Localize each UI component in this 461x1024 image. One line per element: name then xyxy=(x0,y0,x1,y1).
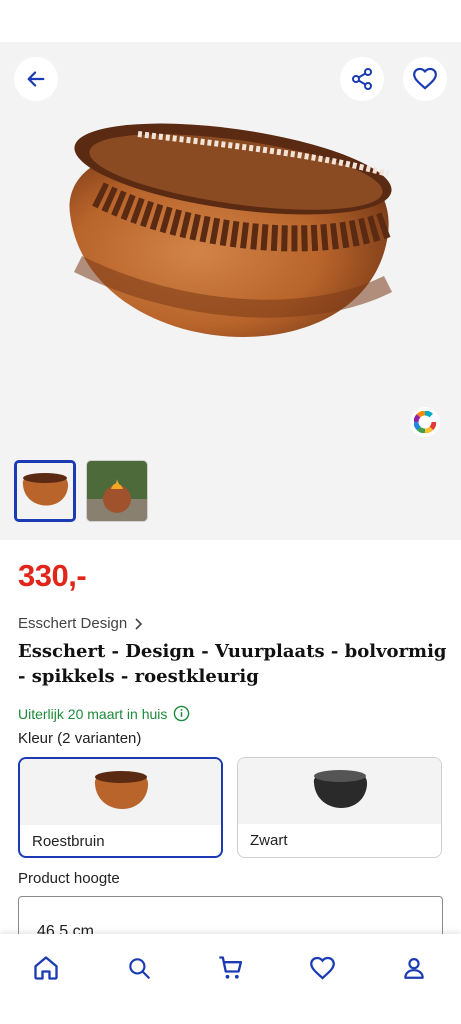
variant-label: Roestbruin xyxy=(32,833,105,850)
chevron-right-icon xyxy=(135,617,143,630)
product-thumbnail xyxy=(17,463,73,519)
delivery-text: Uiterlijk 20 maart in huis xyxy=(18,705,168,722)
height-label: Product hoogte xyxy=(18,870,120,887)
variant-roestbruin[interactable]: Roestbruin xyxy=(18,757,223,858)
share-button[interactable] xyxy=(340,57,384,101)
nav-wishlist[interactable] xyxy=(304,950,340,986)
variant-zwart[interactable]: Zwart xyxy=(237,757,442,858)
cart-icon xyxy=(219,956,243,979)
favorite-button[interactable] xyxy=(403,57,447,101)
rust-bowl-icon xyxy=(94,771,148,810)
status-bar xyxy=(0,0,461,42)
share-icon xyxy=(352,68,372,90)
product-image xyxy=(69,123,393,337)
product-gallery[interactable] xyxy=(0,42,461,540)
nav-cart[interactable] xyxy=(213,950,249,986)
info-icon[interactable] xyxy=(173,705,190,722)
variant-label: Zwart xyxy=(250,832,288,849)
product-title: Esschert - Design - Vuurplaats - bolvorm… xyxy=(18,641,447,687)
delivery-info: Uiterlijk 20 maart in huis xyxy=(18,705,190,722)
variants-label: Kleur (2 varianten) xyxy=(18,730,142,747)
search-icon xyxy=(129,958,150,979)
thumbnail-1[interactable] xyxy=(14,460,76,522)
color-wheel-icon xyxy=(414,411,436,433)
nav-account[interactable] xyxy=(396,950,432,986)
product-in-garden-thumbnail xyxy=(87,461,147,521)
brand-name: Esschert Design xyxy=(18,615,128,632)
black-bowl-icon xyxy=(313,770,367,809)
arrow-left-icon xyxy=(27,71,45,87)
variant-image xyxy=(238,758,441,824)
thumbnail-2[interactable] xyxy=(86,460,148,522)
brand-link[interactable]: Esschert Design xyxy=(18,615,143,632)
back-button[interactable] xyxy=(14,57,58,101)
color-picker-button[interactable] xyxy=(410,407,440,437)
variant-image xyxy=(20,759,221,825)
nav-search[interactable] xyxy=(121,950,157,986)
account-icon xyxy=(404,958,424,979)
home-icon xyxy=(34,956,58,980)
nav-home[interactable] xyxy=(28,950,64,986)
bottom-nav xyxy=(0,934,461,1024)
heart-icon xyxy=(413,67,437,90)
price: 330,- xyxy=(18,558,87,593)
wishlist-icon xyxy=(309,956,335,980)
